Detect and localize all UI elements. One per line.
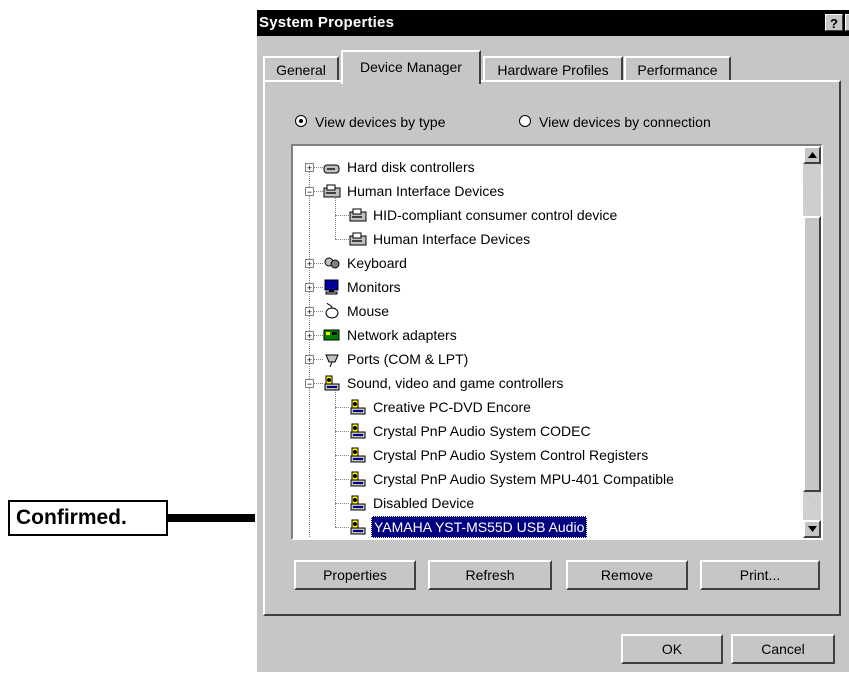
- hid-icon: [349, 232, 367, 246]
- tree-connector-line: [335, 455, 349, 456]
- sound-controller-icon: [350, 423, 366, 439]
- tab-hardware-profiles[interactable]: Hardware Profiles: [483, 56, 623, 80]
- sound-controller-icon: [350, 471, 366, 487]
- tree-item-label: Human Interface Devices: [347, 183, 505, 199]
- system-properties-dialog: System Properties ? × General Device Man…: [255, 8, 849, 672]
- tree-connector-line: [335, 431, 349, 432]
- tree-item[interactable]: + Ports (COM & LPT): [293, 348, 801, 370]
- tree-item-label: Crystal PnP Audio System MPU-401 Compati…: [373, 471, 674, 487]
- refresh-button[interactable]: Refresh: [428, 560, 552, 590]
- expand-icon[interactable]: +: [305, 163, 314, 173]
- tree-item[interactable]: Disabled Device: [293, 492, 801, 514]
- print-button[interactable]: Print...: [700, 560, 820, 590]
- tree-item[interactable]: Crystal PnP Audio System MPU-401 Compati…: [293, 468, 801, 490]
- view-by-connection-radio[interactable]: View devices by connection: [519, 112, 809, 132]
- arrow-up-icon: [808, 152, 817, 158]
- network-adapter-icon: [323, 329, 340, 341]
- device-tree[interactable]: + Hard disk controllers − Human Interface D…: [291, 144, 823, 540]
- callout-label: Confirmed.: [8, 500, 168, 536]
- tree-item-label: Human Interface Devices: [373, 231, 531, 247]
- view-by-type-label: View devices by type: [315, 114, 446, 130]
- tree-item-label: Disabled Device: [373, 495, 475, 511]
- tree-connector-line: [335, 503, 349, 504]
- tree-item[interactable]: + Keyboard: [293, 252, 801, 274]
- keyboard-icon: [324, 257, 340, 269]
- remove-button[interactable]: Remove: [566, 560, 688, 590]
- expand-icon[interactable]: +: [305, 355, 314, 365]
- view-by-type-radio[interactable]: View devices by type: [295, 112, 525, 132]
- scrollbar-thumb[interactable]: [803, 216, 821, 492]
- expand-icon[interactable]: +: [305, 331, 314, 341]
- tab-general[interactable]: General: [263, 56, 339, 80]
- expand-icon[interactable]: +: [305, 259, 314, 269]
- arrow-down-icon: [808, 526, 817, 532]
- tree-connector-line: [335, 527, 349, 528]
- radio-unselected-indicator: [519, 115, 531, 127]
- tree-item[interactable]: + Hard disk controllers: [293, 156, 801, 178]
- expand-icon[interactable]: +: [305, 307, 314, 317]
- collapse-icon[interactable]: −: [305, 379, 314, 389]
- tree-connector-line: [335, 479, 349, 480]
- hid-icon: [349, 208, 367, 222]
- tree-item-selected[interactable]: YAMAHA YST-MS55D USB Audio: [293, 516, 801, 538]
- help-button[interactable]: ?: [825, 14, 843, 31]
- sound-controller-icon: [350, 399, 366, 415]
- tree-item[interactable]: − Human Interface Devices: [293, 180, 801, 202]
- close-button[interactable]: ×: [845, 14, 849, 31]
- collapse-icon[interactable]: −: [305, 187, 314, 197]
- sound-controller-icon: [350, 447, 366, 463]
- tree-item-label: Hard disk controllers: [347, 159, 475, 175]
- tree-item[interactable]: + Monitors: [293, 276, 801, 298]
- tree-item-label: Crystal PnP Audio System CODEC: [373, 423, 591, 439]
- tree-item-label: Keyboard: [347, 255, 407, 271]
- properties-button[interactable]: Properties: [294, 560, 416, 590]
- tree-item[interactable]: HID-compliant consumer control device: [293, 204, 801, 226]
- tree-item-label: Crystal PnP Audio System Control Registe…: [373, 447, 649, 463]
- tree-item[interactable]: Crystal PnP Audio System Control Registe…: [293, 444, 801, 466]
- mouse-icon: [325, 303, 339, 319]
- tree-item[interactable]: Human Interface Devices: [293, 228, 801, 250]
- view-by-connection-label: View devices by connection: [539, 114, 711, 130]
- tree-item[interactable]: + Network adapters: [293, 324, 801, 346]
- tree-item-label: Ports (COM & LPT): [347, 351, 469, 367]
- scroll-up-button[interactable]: [803, 146, 821, 164]
- tree-connector-line: [335, 239, 349, 240]
- tree-item-label: YAMAHA YST-MS55D USB Audio: [371, 516, 588, 538]
- tree-item[interactable]: − Sound, video and game controllers: [293, 372, 801, 394]
- vertical-scrollbar[interactable]: [803, 146, 821, 538]
- sound-controller-icon: [350, 495, 366, 511]
- scroll-down-button[interactable]: [803, 520, 821, 538]
- monitor-icon: [324, 279, 339, 295]
- tree-item-label: Mouse: [347, 303, 390, 319]
- tree-connector-line: [335, 407, 349, 408]
- tree-item[interactable]: Crystal PnP Audio System CODEC: [293, 420, 801, 442]
- tree-connector-line: [335, 215, 349, 216]
- tree-item[interactable]: Creative PC-DVD Encore: [293, 396, 801, 418]
- tab-performance[interactable]: Performance: [624, 56, 731, 80]
- window-title: System Properties: [259, 14, 395, 31]
- cancel-button[interactable]: Cancel: [731, 634, 835, 664]
- sound-controller-icon: [324, 375, 340, 391]
- expand-icon[interactable]: +: [305, 283, 314, 293]
- tree-item-label: Sound, video and game controllers: [347, 375, 564, 391]
- ok-button[interactable]: OK: [621, 634, 723, 664]
- hard-disk-icon: [323, 164, 340, 174]
- port-icon: [325, 354, 339, 367]
- tree-item-label: Monitors: [347, 279, 401, 295]
- sound-controller-icon: [350, 519, 366, 535]
- tree-item[interactable]: + Mouse: [293, 300, 801, 322]
- tree-item-label: HID-compliant consumer control device: [373, 207, 618, 223]
- radio-selected-indicator: [295, 115, 307, 127]
- hid-icon: [323, 184, 341, 198]
- tree-item-label: Network adapters: [347, 327, 457, 343]
- tab-device-manager[interactable]: Device Manager: [341, 50, 481, 84]
- tree-item-label: Creative PC-DVD Encore: [373, 399, 531, 415]
- title-bar: System Properties ? ×: [257, 10, 849, 36]
